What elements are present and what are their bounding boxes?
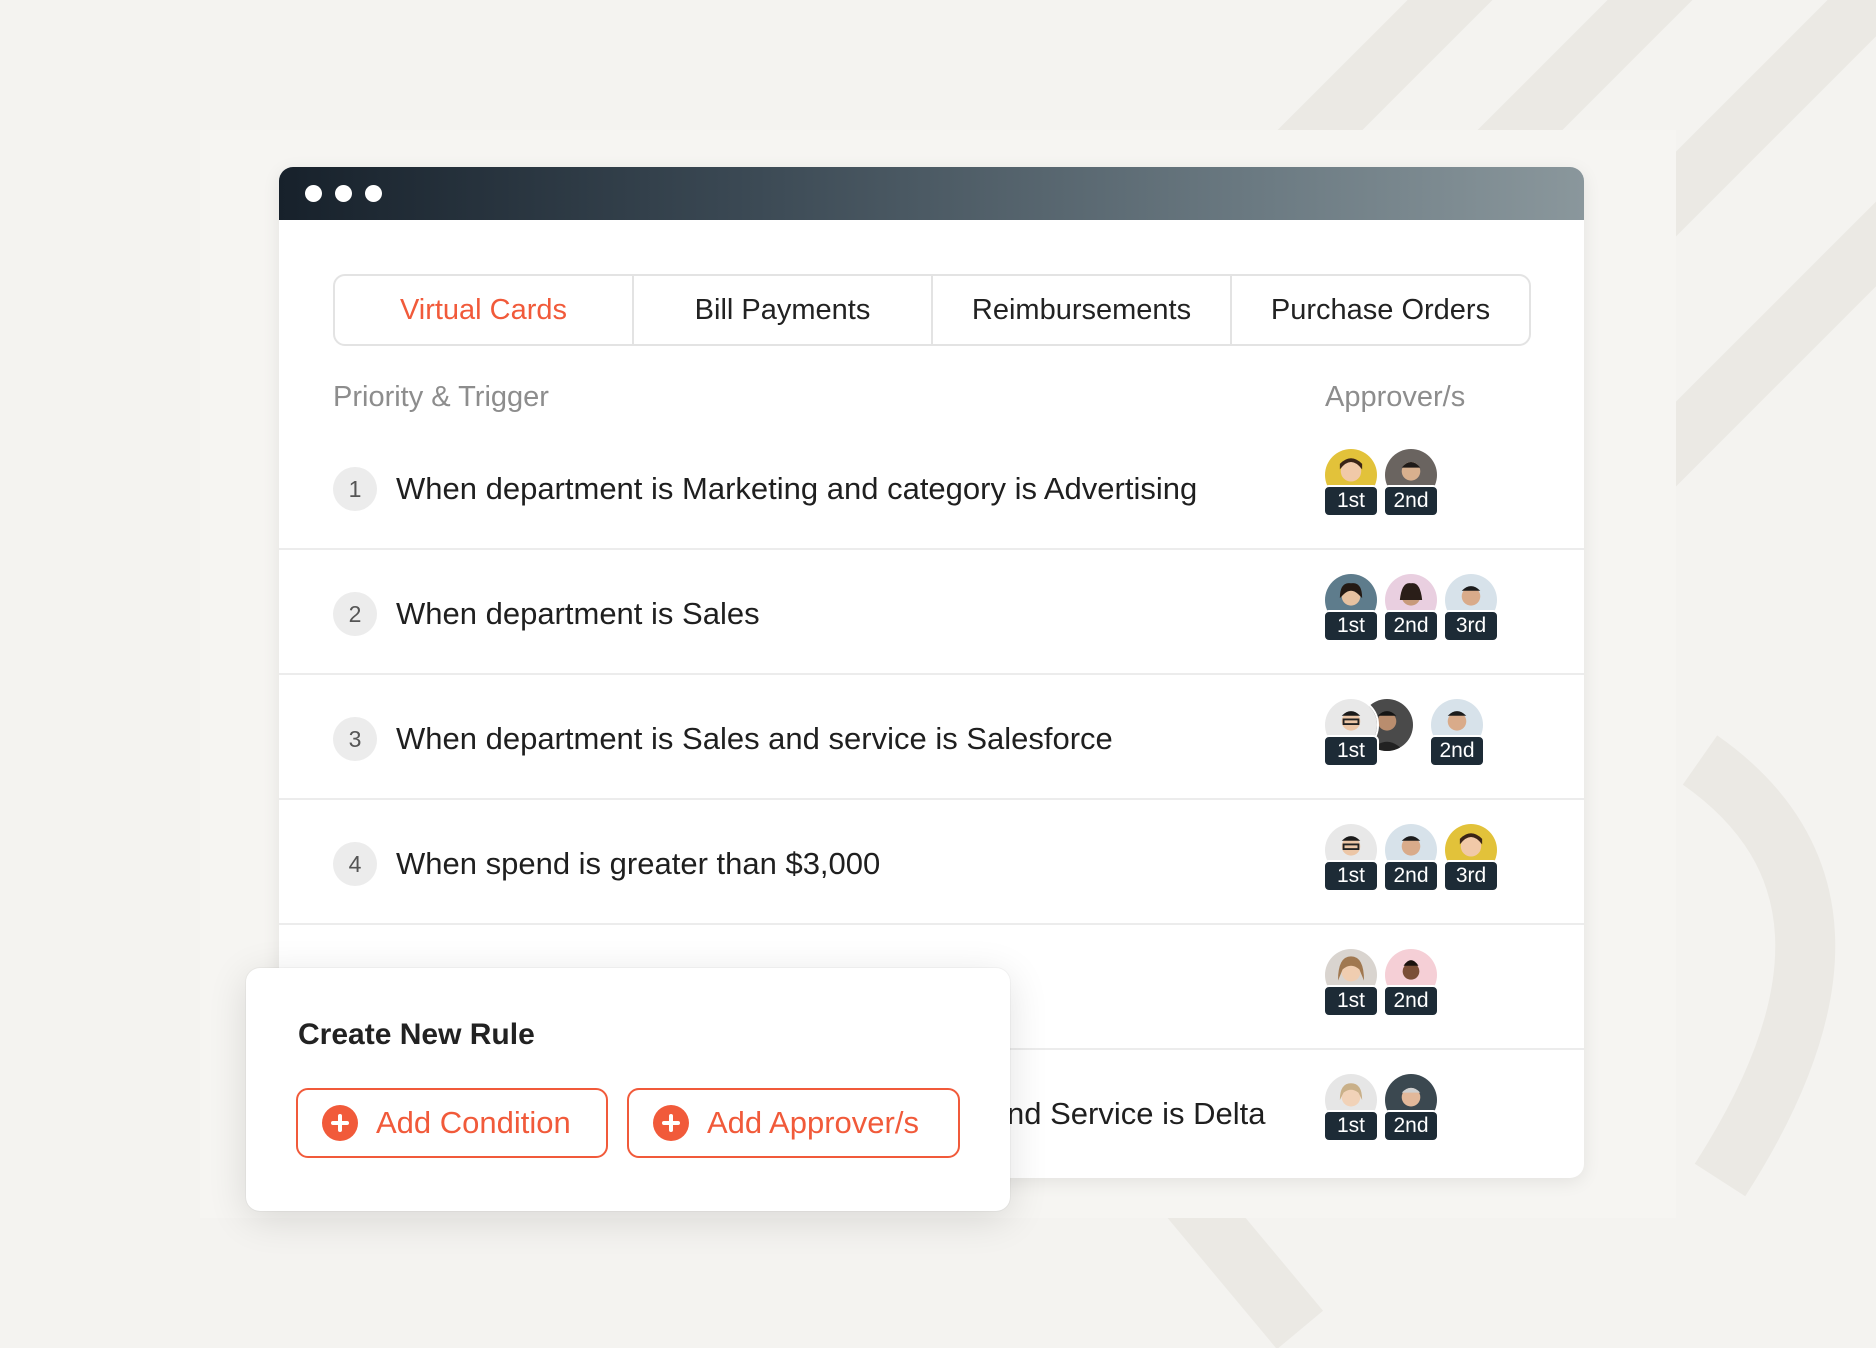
tab-purchase-orders[interactable]: Purchase Orders [1232,276,1529,344]
tab-reimbursements[interactable]: Reimbursements [933,276,1232,344]
approver-badge: 1st [1323,485,1379,517]
approver[interactable]: 2nd [1429,697,1485,777]
window-titlebar [279,167,1584,220]
approver-group: 1st 2nd 3rd [1323,822,1563,902]
approver-badge: 2nd [1383,610,1439,642]
rule-trigger: When department is Sales and service is … [396,721,1113,756]
rule-row[interactable]: 1 When department is Marketing and categ… [279,425,1584,550]
tab-virtual-cards[interactable]: Virtual Cards [335,276,634,344]
rule-row[interactable]: 4 When spend is greater than $3,000 1st … [279,800,1584,925]
approver[interactable]: 2nd [1383,1072,1439,1152]
category-tabs: Virtual Cards Bill Payments Reimbursemen… [333,274,1531,346]
rule-trigger: nd Service is Delta [1007,1096,1266,1131]
approver[interactable]: 2nd [1383,822,1439,902]
rule-trigger: When spend is greater than $3,000 [396,846,881,881]
approver-group: 1st 2nd [1323,447,1563,527]
approver-badge: 2nd [1383,1110,1439,1142]
approver-badge: 1st [1323,860,1379,892]
window-dot-1[interactable] [305,185,322,202]
create-rule-popup: Create New Rule Add Condition Add Approv… [246,968,1010,1211]
approver[interactable]: 1st [1323,947,1379,1027]
add-condition-label: Add Condition [376,1105,571,1140]
priority-number: 3 [333,717,377,761]
add-approvers-label: Add Approver/s [707,1105,919,1140]
approver-group: 1st 2nd [1323,947,1563,1027]
approver[interactable]: 1st [1323,697,1379,777]
approver-group: 1st 2nd 3rd [1323,572,1563,652]
approver[interactable]: 3rd [1443,572,1499,652]
rule-trigger: When department is Sales [396,596,760,631]
approver[interactable]: 2nd [1383,447,1439,527]
approver-badge: 2nd [1429,735,1485,767]
rule-row[interactable]: 3 When department is Sales and service i… [279,675,1584,800]
approver[interactable]: 1st [1323,822,1379,902]
approver-badge: 3rd [1443,860,1499,892]
rule-row[interactable]: 2 When department is Sales 1st 2nd 3rd [279,550,1584,675]
approver-badge: 1st [1323,1110,1379,1142]
tab-bill-payments[interactable]: Bill Payments [634,276,933,344]
popup-title: Create New Rule [298,1018,535,1051]
approver-group: 1st 2nd [1323,1072,1563,1152]
approver-group: 1st 2nd [1323,697,1563,777]
add-condition-button[interactable]: Add Condition [296,1088,608,1158]
approver-badge: 1st [1323,610,1379,642]
approver[interactable]: 2nd [1383,947,1439,1027]
rule-trigger: When department is Marketing and categor… [396,471,1198,506]
priority-number: 1 [333,467,377,511]
approver-badge: 1st [1323,985,1379,1017]
approver-badge: 3rd [1443,610,1499,642]
approver-badge: 2nd [1383,485,1439,517]
add-approvers-button[interactable]: Add Approver/s [627,1088,960,1158]
approver[interactable]: 2nd [1383,572,1439,652]
approver-badge: 1st [1323,735,1379,767]
window-dot-3[interactable] [365,185,382,202]
approver[interactable]: 1st [1323,1072,1379,1152]
approver-badge: 2nd [1383,860,1439,892]
priority-number: 4 [333,842,377,886]
window-dot-2[interactable] [335,185,352,202]
approver[interactable]: 1st [1323,447,1379,527]
column-header-priority: Priority & Trigger [333,381,549,413]
approver-badge: 2nd [1383,985,1439,1017]
plus-circle-icon [322,1105,358,1141]
priority-number: 2 [333,592,377,636]
plus-circle-icon [653,1105,689,1141]
column-header-approvers: Approver/s [1325,381,1466,413]
approver[interactable]: 1st [1323,572,1379,652]
approver[interactable]: 3rd [1443,822,1499,902]
